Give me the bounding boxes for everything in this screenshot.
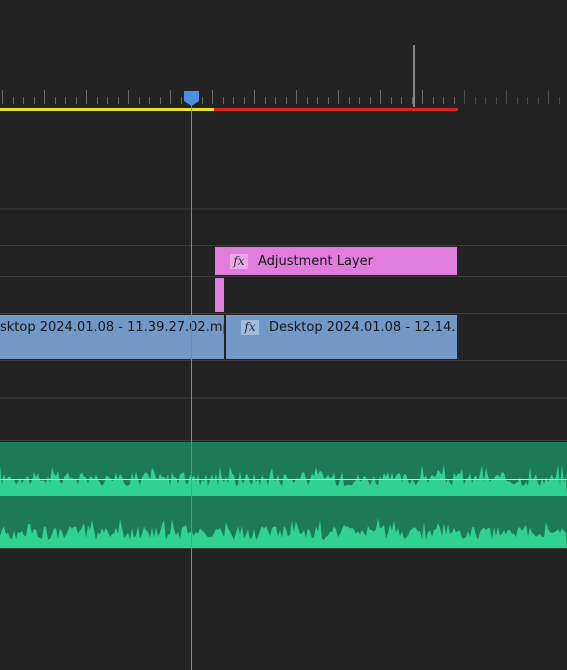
playhead-handle-icon[interactable] xyxy=(183,90,200,107)
ruler-tick xyxy=(349,97,350,104)
playhead-line[interactable] xyxy=(191,104,192,670)
ruler-tick xyxy=(170,90,171,104)
track-divider xyxy=(0,245,567,246)
ruler-tick xyxy=(160,97,161,104)
ruler-tick xyxy=(97,97,98,104)
adjustment-clip-segment[interactable] xyxy=(215,278,224,312)
ruler-tick xyxy=(506,90,507,104)
ruler-tick xyxy=(443,97,444,104)
ruler-tick xyxy=(23,97,24,104)
ruler-tick xyxy=(202,97,203,104)
ruler-tick xyxy=(464,90,465,104)
track-divider xyxy=(0,397,567,399)
waveform-shape xyxy=(0,464,567,496)
render-bar-unrendered xyxy=(214,108,458,111)
audio-volume-line[interactable] xyxy=(0,479,567,480)
ruler-tick xyxy=(527,97,528,104)
ruler-tick xyxy=(107,97,108,104)
ruler-tick xyxy=(517,97,518,104)
video-clip-2[interactable]: fx Desktop 2024.01.08 - 12.14.10 xyxy=(226,315,457,359)
ruler-tick xyxy=(2,90,3,104)
track-divider xyxy=(0,548,567,549)
ruler-tick xyxy=(317,97,318,104)
adjustment-layer-clip[interactable]: fx Adjustment Layer xyxy=(215,247,457,275)
audio-waveform-right xyxy=(0,518,567,548)
video-clip-2-label: fx Desktop 2024.01.08 - 12.14.10 xyxy=(241,315,457,339)
ruler-tick xyxy=(422,90,423,104)
ruler-tick xyxy=(223,97,224,104)
ruler-tick xyxy=(44,90,45,104)
ruler-tick xyxy=(338,90,339,104)
in-out-marker-tick xyxy=(413,45,415,107)
ruler-tick xyxy=(233,97,234,104)
ruler-tick xyxy=(76,97,77,104)
waveform-shape xyxy=(0,518,567,548)
ruler-tick xyxy=(55,97,56,104)
ruler-tick xyxy=(307,97,308,104)
ruler-tick xyxy=(391,97,392,104)
ruler-tick xyxy=(13,97,14,104)
ruler-tick xyxy=(128,90,129,104)
adjustment-layer-name: Adjustment Layer xyxy=(258,253,374,269)
fx-icon[interactable]: fx xyxy=(230,253,248,269)
ruler-tick xyxy=(244,97,245,104)
ruler-tick xyxy=(475,97,476,104)
fx-icon[interactable]: fx xyxy=(241,319,259,335)
render-bar-rendered xyxy=(0,108,214,111)
ruler-tick xyxy=(118,97,119,104)
ruler-tick xyxy=(286,97,287,104)
ruler-tick xyxy=(559,97,560,104)
ruler-tick xyxy=(34,97,35,104)
ruler-tick xyxy=(139,97,140,104)
ruler-tick xyxy=(275,97,276,104)
ruler-tick xyxy=(65,97,66,104)
ruler-tick xyxy=(359,97,360,104)
ruler-tick xyxy=(496,97,497,104)
video-clip-2-name: Desktop 2024.01.08 - 12.14.10 xyxy=(269,319,457,335)
adjustment-layer-clip-label: fx Adjustment Layer xyxy=(230,247,373,275)
ruler-tick xyxy=(548,90,549,104)
track-divider xyxy=(0,208,567,210)
ruler-tick xyxy=(212,90,213,104)
ruler-tick xyxy=(380,90,381,104)
ruler-tick xyxy=(370,97,371,104)
ruler-tick xyxy=(265,97,266,104)
ruler-tick xyxy=(538,97,539,104)
ruler-tick xyxy=(149,97,150,104)
track-divider xyxy=(0,276,567,277)
ruler-tick xyxy=(401,97,402,104)
ruler-tick xyxy=(485,97,486,104)
ruler-tick xyxy=(86,90,87,104)
ruler-tick xyxy=(254,90,255,104)
ruler-tick xyxy=(328,97,329,104)
ruler-tick xyxy=(433,97,434,104)
ruler-tick xyxy=(181,97,182,104)
track-divider xyxy=(0,313,567,314)
ruler-tick xyxy=(454,97,455,104)
time-ruler[interactable] xyxy=(0,0,567,112)
track-divider xyxy=(0,440,567,441)
track-divider xyxy=(0,360,567,361)
audio-waveform-left xyxy=(0,464,567,496)
ruler-tick xyxy=(296,90,297,104)
